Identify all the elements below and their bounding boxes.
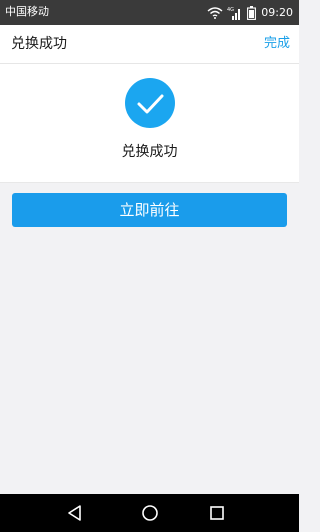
battery-icon (247, 5, 257, 20)
done-button[interactable]: 完成 (264, 35, 290, 53)
network-type-label: 4G (227, 7, 234, 13)
status-indicators: 4G 09:20 (207, 3, 293, 22)
wifi-icon (207, 6, 223, 19)
back-triangle-icon[interactable] (65, 503, 85, 523)
recent-apps-square-icon[interactable] (207, 503, 227, 523)
home-circle-icon[interactable] (140, 503, 160, 523)
checkmark-icon (125, 78, 175, 128)
success-message: 兑换成功 (121, 144, 178, 160)
success-panel: 兑换成功 (0, 64, 299, 183)
header-bar: 兑换成功 完成 (0, 25, 299, 64)
cellular-signal-icon: 4G (227, 6, 241, 20)
clock: 09:20 (261, 5, 293, 19)
system-navigation-bar (0, 494, 299, 532)
page-title: 兑换成功 (11, 36, 67, 52)
status-bar: 中国移动 4G 09:20 (0, 0, 299, 25)
carrier-name: 中国移动 (5, 5, 49, 18)
go-now-button[interactable]: 立即前往 (12, 193, 287, 227)
